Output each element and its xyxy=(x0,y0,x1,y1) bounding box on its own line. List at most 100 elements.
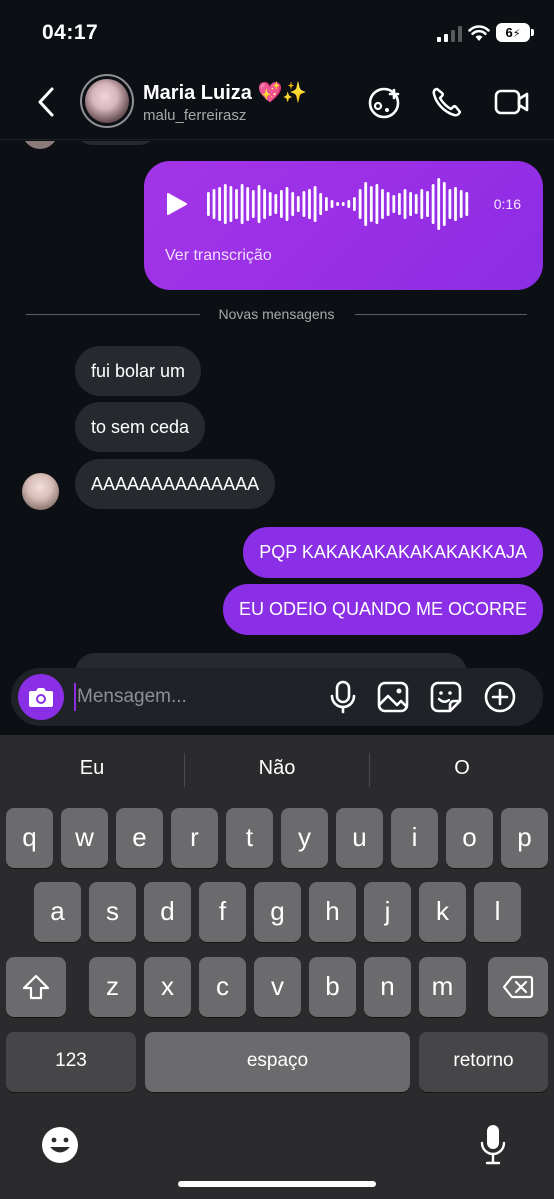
key-r[interactable]: r xyxy=(171,808,218,868)
waveform-bar xyxy=(381,189,384,219)
incoming-bubble-partial[interactable] xyxy=(75,653,467,668)
message-list[interactable]: 0:16 Ver transcrição Novas mensagens fui… xyxy=(0,141,554,668)
waveform-bar xyxy=(246,187,250,221)
key-g[interactable]: g xyxy=(254,882,301,942)
key-y[interactable]: y xyxy=(281,808,328,868)
key-h[interactable]: h xyxy=(309,882,356,942)
waveform-bar xyxy=(341,202,345,206)
waveform-bar xyxy=(319,193,323,215)
waveform-bar xyxy=(240,184,244,224)
suggestion[interactable]: Eu xyxy=(0,757,184,780)
waveform-bar xyxy=(364,182,368,226)
suggestion[interactable]: Não xyxy=(185,757,369,780)
emoji-icon[interactable] xyxy=(40,1125,80,1165)
backspace-key[interactable] xyxy=(488,957,548,1017)
suggestion-bar: Eu Não O xyxy=(0,735,554,805)
key-q[interactable]: q xyxy=(6,808,53,868)
voice-message-bubble[interactable]: 0:16 Ver transcrição xyxy=(144,161,543,290)
waveform-bar xyxy=(218,187,221,221)
sender-avatar xyxy=(22,141,58,149)
key-t[interactable]: t xyxy=(226,808,273,868)
key-j[interactable]: j xyxy=(364,882,411,942)
key-v[interactable]: v xyxy=(254,957,301,1017)
game-controller-icon[interactable] xyxy=(366,84,402,120)
key-l[interactable]: l xyxy=(474,882,521,942)
wifi-icon xyxy=(468,25,490,41)
incoming-message[interactable]: to sem ceda xyxy=(75,402,206,452)
key-w[interactable]: w xyxy=(61,808,108,868)
waveform-bar xyxy=(280,190,283,218)
waveform-bar xyxy=(291,192,295,216)
add-icon[interactable] xyxy=(482,679,518,715)
return-key[interactable]: retorno xyxy=(419,1032,548,1092)
key-e[interactable]: e xyxy=(116,808,163,868)
dictation-microphone-icon[interactable] xyxy=(478,1123,508,1167)
divider-line-right xyxy=(355,314,527,315)
contact-username[interactable]: malu_ferreirasz xyxy=(143,107,246,124)
key-x[interactable]: x xyxy=(144,957,191,1017)
key-c[interactable]: c xyxy=(199,957,246,1017)
key-s[interactable]: s xyxy=(89,882,136,942)
incoming-message[interactable]: fui bolar um xyxy=(75,346,202,396)
waveform-bar xyxy=(431,184,435,224)
key-d[interactable]: d xyxy=(144,882,191,942)
waveform-bar xyxy=(398,193,401,215)
avatar-photo xyxy=(85,79,129,123)
waveform-bar xyxy=(207,192,210,216)
battery-indicator: 6⚡ xyxy=(496,23,530,42)
camera-icon xyxy=(29,688,53,707)
new-messages-divider: Novas mensagens xyxy=(26,304,527,324)
battery-tip xyxy=(531,29,534,36)
charging-bolt-icon: ⚡ xyxy=(512,28,521,40)
contact-name[interactable]: Maria Luiza 💖✨ xyxy=(143,80,307,105)
camera-button[interactable] xyxy=(18,674,64,720)
phone-call-icon[interactable] xyxy=(429,84,465,120)
sticker-icon[interactable] xyxy=(428,679,464,715)
waveform-bar xyxy=(375,184,379,224)
key-k[interactable]: k xyxy=(419,882,466,942)
microphone-icon[interactable] xyxy=(325,679,361,715)
video-call-icon[interactable] xyxy=(494,84,530,120)
voice-duration: 0:16 xyxy=(493,196,521,212)
waveform-bar xyxy=(420,189,424,219)
message-input[interactable] xyxy=(77,678,317,716)
key-u[interactable]: u xyxy=(336,808,383,868)
sender-avatar[interactable] xyxy=(22,473,59,510)
waveform-bar xyxy=(308,189,311,219)
key-n[interactable]: n xyxy=(364,957,411,1017)
waveform-bar xyxy=(235,189,238,219)
key-f[interactable]: f xyxy=(199,882,246,942)
outgoing-message[interactable]: EU ODEIO QUANDO ME OCORRE xyxy=(222,584,543,635)
space-key[interactable]: espaço xyxy=(145,1032,410,1092)
waveform-bar xyxy=(448,189,452,219)
key-p[interactable]: p xyxy=(501,808,548,868)
gallery-icon[interactable] xyxy=(375,679,411,715)
key-z[interactable]: z xyxy=(89,957,136,1017)
incoming-message[interactable]: AAAAAAAAAAAAAA xyxy=(75,459,276,509)
shift-arrow-icon xyxy=(22,974,50,1000)
incoming-bubble-partial[interactable] xyxy=(76,141,156,145)
suggestion[interactable]: O xyxy=(370,757,554,780)
waveform-bar xyxy=(330,200,334,208)
outgoing-message[interactable]: PQP KAKAKAKAKAKAKAKKAJA xyxy=(243,527,543,578)
shift-key[interactable] xyxy=(6,957,66,1017)
back-chevron-icon[interactable] xyxy=(34,86,58,118)
key-i[interactable]: i xyxy=(391,808,438,868)
waveform-bar xyxy=(437,178,441,230)
key-a[interactable]: a xyxy=(34,882,81,942)
message-composer xyxy=(11,668,543,726)
contact-avatar[interactable] xyxy=(80,74,134,128)
waveform-bar xyxy=(358,189,362,219)
audio-waveform[interactable] xyxy=(206,175,470,233)
waveform-bar xyxy=(274,194,278,214)
view-transcription-link[interactable]: Ver transcrição xyxy=(165,247,272,265)
play-icon[interactable] xyxy=(166,192,188,216)
home-indicator[interactable] xyxy=(178,1181,376,1187)
backspace-icon xyxy=(502,975,534,999)
status-bar: 04:17 6⚡ xyxy=(0,0,554,64)
key-b[interactable]: b xyxy=(309,957,356,1017)
key-o[interactable]: o xyxy=(446,808,493,868)
cellular-signal-icon xyxy=(437,26,462,42)
key-m[interactable]: m xyxy=(419,957,466,1017)
numbers-key[interactable]: 123 xyxy=(6,1032,136,1092)
